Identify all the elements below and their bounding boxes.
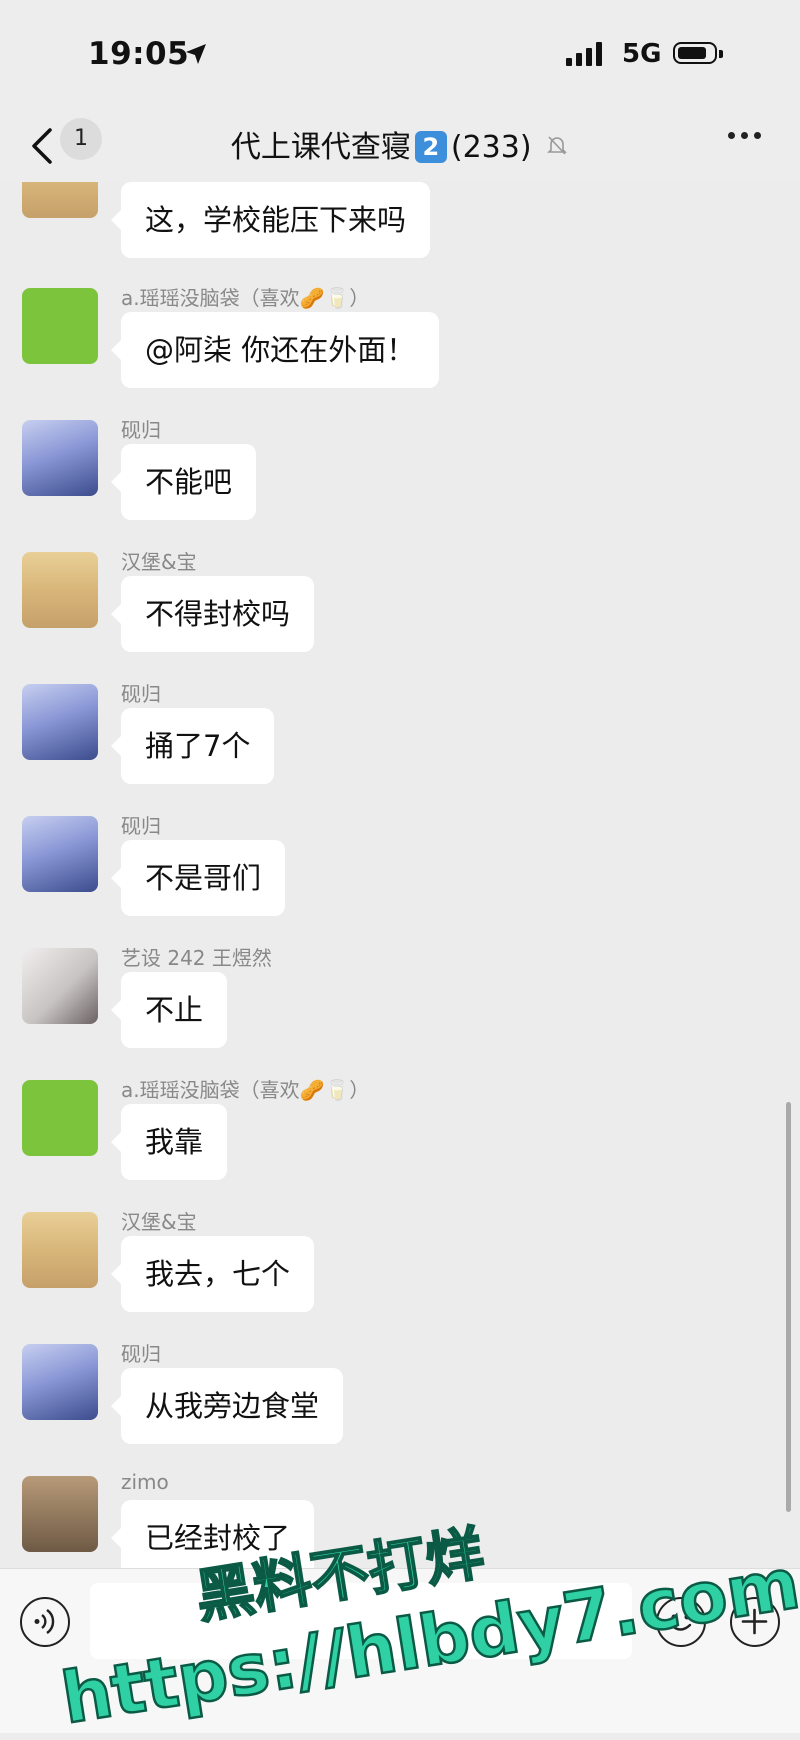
scrollbar[interactable] xyxy=(786,1102,791,1512)
sender-name: 砚归 xyxy=(121,814,161,838)
avatar[interactable] xyxy=(22,1344,98,1420)
avatar[interactable] xyxy=(22,1212,98,1288)
message-bubble[interactable]: @阿柒 你还在外面！ xyxy=(110,312,440,388)
battery-icon xyxy=(673,42,723,64)
input-bar xyxy=(0,1568,800,1733)
avatar[interactable] xyxy=(22,1476,98,1552)
more-dot-icon xyxy=(728,132,735,139)
member-count: (233) xyxy=(450,130,532,165)
group-number-badge: 2 xyxy=(414,131,447,163)
smiley-icon xyxy=(669,1614,692,1631)
message-bubble[interactable]: 捅了7个 xyxy=(110,708,275,784)
chat-title: 代上课代查寝 2 (233) xyxy=(0,122,800,166)
avatar[interactable] xyxy=(22,1080,98,1156)
message-list[interactable]: 这，学校能压下来吗 a.瑶瑶没脑袋（喜欢🥜🥛） @阿柒 你还在外面！ 砚归 不能… xyxy=(0,182,800,1568)
avatar[interactable] xyxy=(22,288,98,364)
status-bar: 19:05 5G xyxy=(0,0,800,110)
sender-name: 砚归 xyxy=(121,1342,161,1366)
message-bubble[interactable]: 这，学校能压下来吗 xyxy=(110,182,431,258)
message-bubble[interactable]: 我去，七个 xyxy=(110,1236,315,1312)
emoji-button[interactable] xyxy=(656,1597,706,1647)
mute-bell-icon xyxy=(547,136,568,155)
message-bubble[interactable]: 不能吧 xyxy=(110,444,257,520)
more-dot-icon xyxy=(741,132,748,139)
avatar[interactable] xyxy=(22,684,98,760)
sender-name: a.瑶瑶没脑袋（喜欢🥜🥛） xyxy=(121,1078,370,1102)
message-bubble[interactable]: 不止 xyxy=(110,972,228,1048)
plus-icon xyxy=(741,1608,768,1635)
voice-icon xyxy=(34,1609,55,1634)
avatar[interactable] xyxy=(22,420,98,496)
message-input[interactable] xyxy=(90,1583,632,1659)
sender-name: 砚归 xyxy=(121,682,161,706)
location-arrow-icon xyxy=(186,44,206,64)
message-bubble[interactable]: 从我旁边食堂 xyxy=(110,1368,344,1444)
avatar[interactable] xyxy=(22,552,98,628)
sender-name: 汉堡&宝 xyxy=(121,1210,197,1234)
message-bubble[interactable]: 不得封校吗 xyxy=(110,576,315,652)
voice-input-button[interactable] xyxy=(20,1597,70,1647)
status-time: 19:05 xyxy=(88,36,190,72)
more-options-button[interactable] xyxy=(728,132,761,139)
message-bubble[interactable]: 不是哥们 xyxy=(110,840,286,916)
chat-title-text: 代上课代查寝 xyxy=(230,130,411,165)
message-bubble[interactable]: 我靠 xyxy=(110,1104,228,1180)
network-type: 5G xyxy=(622,39,662,69)
more-dot-icon xyxy=(754,132,761,139)
avatar[interactable] xyxy=(22,816,98,892)
sender-name: 汉堡&宝 xyxy=(121,550,197,574)
sender-name: 艺设 242 王煜然 xyxy=(121,946,272,970)
message-bubble[interactable]: 已经封校了 xyxy=(110,1500,315,1568)
sender-name: a.瑶瑶没脑袋（喜欢🥜🥛） xyxy=(121,286,370,310)
avatar[interactable] xyxy=(22,182,98,218)
sender-name: zimo xyxy=(121,1470,169,1494)
more-functions-button[interactable] xyxy=(730,1597,780,1647)
sender-name: 砚归 xyxy=(121,418,161,442)
avatar[interactable] xyxy=(22,948,98,1024)
cellular-signal-icon xyxy=(566,42,602,66)
